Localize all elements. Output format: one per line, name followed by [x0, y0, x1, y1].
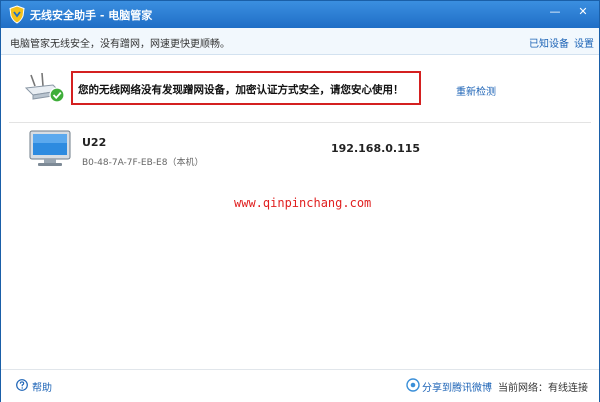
status-alert: 您的无线网络没有发现蹭网设备，加密认证方式安全，请您安心使用！ — [71, 71, 421, 105]
info-bar: 电脑管家无线安全，没有蹭网，网速更快更顺畅。 已知设备 设置 — [1, 28, 599, 55]
status-message: 您的无线网络没有发现蹭网设备，加密认证方式安全，请您安心使用！ — [78, 84, 404, 96]
info-description: 电脑管家无线安全，没有蹭网，网速更快更顺畅。 — [10, 39, 230, 50]
network-status: 当前网络：有线连接 — [498, 383, 588, 394]
divider — [9, 122, 591, 123]
shield-logo-icon — [9, 5, 25, 24]
known-devices-link[interactable]: 已知设备 — [529, 35, 569, 50]
watermark-text: www.qinpinchang.com — [234, 196, 372, 210]
settings-link[interactable]: 设置 — [574, 35, 594, 50]
weibo-share-icon[interactable] — [406, 378, 420, 392]
help-icon[interactable] — [16, 379, 28, 391]
close-button[interactable]: ✕ — [572, 4, 594, 20]
minimize-button[interactable]: — — [545, 4, 565, 20]
device-name: U22 — [82, 136, 107, 149]
monitor-icon — [29, 130, 71, 166]
router-check-icon — [24, 72, 65, 103]
device-ip: 192.168.0.115 — [331, 142, 421, 155]
help-link[interactable]: 帮助 — [32, 379, 52, 394]
window-title: 无线安全助手 - 电脑管家 — [30, 9, 153, 22]
recheck-link[interactable]: 重新检测 — [456, 83, 496, 98]
footer-bar: 帮助 分享到腾讯微博 当前网络：有线连接 — [1, 369, 599, 402]
app-window: 无线安全助手 - 电脑管家 — ✕ 电脑管家无线安全，没有蹭网，网速更快更顺畅。… — [0, 0, 600, 402]
share-link[interactable]: 分享到腾讯微博 — [422, 379, 492, 394]
device-mac: B0-48-7A-7F-EB-E8（本机） — [82, 158, 204, 168]
title-bar[interactable]: 无线安全助手 - 电脑管家 — ✕ — [1, 1, 599, 28]
